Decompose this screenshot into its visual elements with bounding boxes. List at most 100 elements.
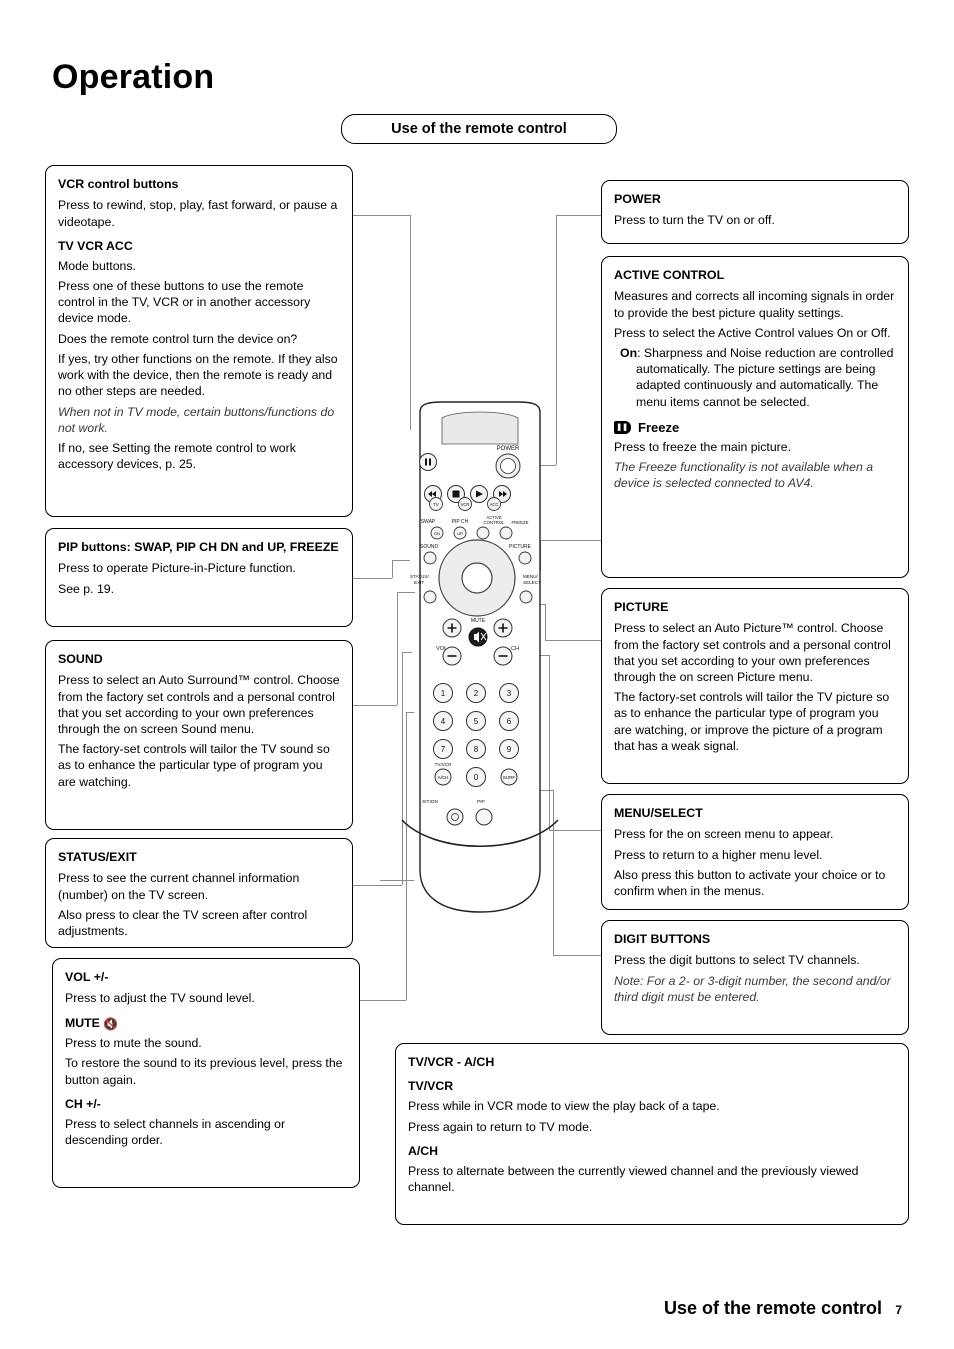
svg-text:5: 5 (474, 717, 479, 726)
callout-paragraph: Press to adjust the TV sound level. (65, 991, 255, 1006)
callout-heading: POWER (614, 192, 661, 206)
svg-text:4: 4 (441, 717, 446, 726)
callout-active-control: ACTIVE CONTROL Measures and corrects all… (601, 256, 909, 578)
svg-text:DN: DN (434, 531, 440, 536)
callout-heading: VCR control buttons (58, 177, 179, 191)
svg-text:MUTE: MUTE (471, 618, 486, 624)
callout-paragraph: Press to select an Auto Picture™ control… (614, 621, 891, 685)
footer-title: Use of the remote control (663, 1298, 882, 1318)
callout-paragraph: If yes, try other functions on the remot… (58, 351, 338, 399)
callout-paragraph-on: On: Sharpness and Noise reduction are co… (614, 345, 896, 410)
connector-line (360, 1000, 406, 1001)
freeze-icon: ❚❚ (614, 420, 631, 434)
svg-text:1: 1 (441, 689, 446, 698)
callout-paragraph: Press while in VCR mode to view the play… (408, 1099, 720, 1114)
svg-text:PIP: PIP (477, 799, 485, 805)
svg-text:3: 3 (507, 689, 512, 698)
svg-text:SITION: SITION (422, 799, 439, 805)
callout-note: The Freeze functionality is not availabl… (614, 460, 874, 491)
callout-vol-mute-ch: VOL +/- Press to adjust the TV sound lev… (52, 958, 360, 1188)
callout-heading: PIP buttons: SWAP, PIP CH DN and UP, FRE… (58, 540, 339, 554)
svg-text:STATUS/: STATUS/ (410, 574, 429, 579)
page-title: Operation (52, 58, 215, 96)
callout-heading: MENU/SELECT (614, 806, 703, 820)
footer-page-number: 7 (895, 1303, 902, 1317)
svg-text:TV/VCR: TV/VCR (435, 762, 453, 767)
freeze-heading: ❚❚ Freeze (614, 420, 896, 435)
callout-picture: PICTURE Press to select an Auto Picture™… (601, 588, 909, 784)
callout-paragraph: See p. 19. (58, 581, 115, 596)
callout-paragraph: Press to select the Active Control value… (614, 325, 891, 340)
callout-heading: VOL +/- (65, 970, 109, 984)
callout-paragraph: Press again to return to TV mode. (408, 1119, 593, 1134)
callout-note: Note: For a 2- or 3-digit number, the se… (614, 973, 891, 1004)
svg-text:2: 2 (474, 689, 479, 698)
callout-paragraph: Press to operate Picture-in-Picture func… (58, 561, 296, 576)
callout-paragraph: Also press this button to activate your … (614, 867, 886, 899)
svg-text:A/CH: A/CH (438, 775, 449, 780)
connector-line (556, 215, 602, 216)
callout-subheading-ach: A/CH (408, 1143, 439, 1158)
svg-text:EXIT: EXIT (414, 580, 424, 585)
callout-heading: ACTIVE CONTROL (614, 268, 725, 282)
callout-paragraph: Press to see the current channel informa… (58, 871, 300, 902)
svg-text:SELECT: SELECT (523, 580, 541, 585)
callout-paragraph: Measures and corrects all incoming signa… (614, 289, 895, 320)
callout-paragraph: The factory-set controls will tailor the… (58, 742, 330, 789)
callout-tvvcr-ach: TV/VCR - A/CH TV/VCR Press while in VCR … (395, 1043, 909, 1225)
callout-paragraph: To restore the sound to its previous lev… (65, 1056, 343, 1087)
callout-paragraph: Press to select an Auto Surround™ contro… (58, 673, 340, 737)
callout-paragraph: Does the remote control turn the device … (58, 331, 298, 346)
callout-status-exit: STATUS/EXIT Press to see the current cha… (45, 838, 353, 948)
svg-text:MENU/: MENU/ (523, 574, 539, 579)
callout-note: When not in TV mode, certain buttons/fun… (58, 404, 335, 435)
svg-text:TV: TV (433, 502, 439, 507)
callout-vcr-control-buttons: VCR control buttons Press to rewind, sto… (45, 165, 353, 517)
callout-paragraph: Press to turn the TV on or off. (614, 213, 775, 228)
callout-paragraph: Press to return to a higher menu level. (614, 847, 823, 862)
callout-subheading: TV VCR ACC (58, 238, 133, 253)
callout-paragraph: Press for the on screen menu to appear. (614, 827, 834, 842)
connector-line (352, 215, 410, 216)
svg-text:SURF: SURF (503, 775, 516, 780)
callout-paragraph: Also press to clear the TV screen after … (58, 907, 308, 939)
callout-paragraph: If no, see Setting the remote control to… (58, 440, 296, 472)
callout-sound: SOUND Press to select an Auto Surround™ … (45, 640, 353, 830)
on-label: On (620, 346, 638, 361)
connector-line (553, 955, 602, 956)
svg-text:8: 8 (474, 745, 479, 754)
callout-heading: SOUND (58, 652, 103, 666)
callout-heading: DIGIT BUTTONS (614, 932, 711, 946)
svg-text:SOUND: SOUND (420, 544, 438, 550)
remote-control-illustration: POWER SWAP PIP CH ACTIVE CONTROL FREEZE … (401, 401, 559, 913)
svg-text:PICTURE: PICTURE (509, 544, 532, 550)
callout-power: POWER Press to turn the TV on or off. (601, 180, 909, 244)
svg-text:0: 0 (474, 773, 479, 782)
callout-paragraph: Press to rewind, stop, play, fast forwar… (58, 198, 338, 229)
callout-heading: PICTURE (614, 600, 669, 614)
svg-text:9: 9 (507, 745, 512, 754)
svg-text:VCR: VCR (461, 502, 470, 507)
callout-menu-select: MENU/SELECT Press for the on screen menu… (601, 794, 909, 910)
callout-paragraph: Press to freeze the main picture. (614, 439, 792, 454)
svg-text:FREEZE: FREEZE (512, 520, 529, 525)
svg-text:PIP CH: PIP CH (452, 519, 469, 525)
svg-text:7: 7 (441, 745, 446, 754)
callout-subheading-label: MUTE (65, 1015, 100, 1030)
callout-paragraph: Press the digit buttons to select TV cha… (614, 953, 860, 968)
document-page: Operation Use of the remote control POWE… (0, 0, 954, 1349)
svg-text:6: 6 (507, 717, 512, 726)
callout-paragraph: Press to select channels in ascending or… (65, 1116, 286, 1148)
section-pill: Use of the remote control (341, 114, 617, 144)
freeze-label: Freeze (638, 419, 680, 435)
svg-text:CH: CH (511, 646, 519, 652)
svg-text:CONTROL: CONTROL (483, 520, 505, 525)
section-pill-label: Use of the remote control (391, 121, 567, 137)
svg-text:POWER: POWER (497, 446, 520, 452)
callout-heading: TV/VCR - A/CH (408, 1055, 495, 1069)
callout-paragraph: Press one of these buttons to use the re… (58, 279, 311, 326)
callout-subheading-mute: MUTE 🔇 (65, 1016, 347, 1033)
callout-subheading-tvvcr: TV/VCR (408, 1079, 454, 1094)
callout-paragraph: The factory-set controls will tailor the… (614, 690, 890, 753)
svg-text:ACC: ACC (490, 502, 499, 507)
